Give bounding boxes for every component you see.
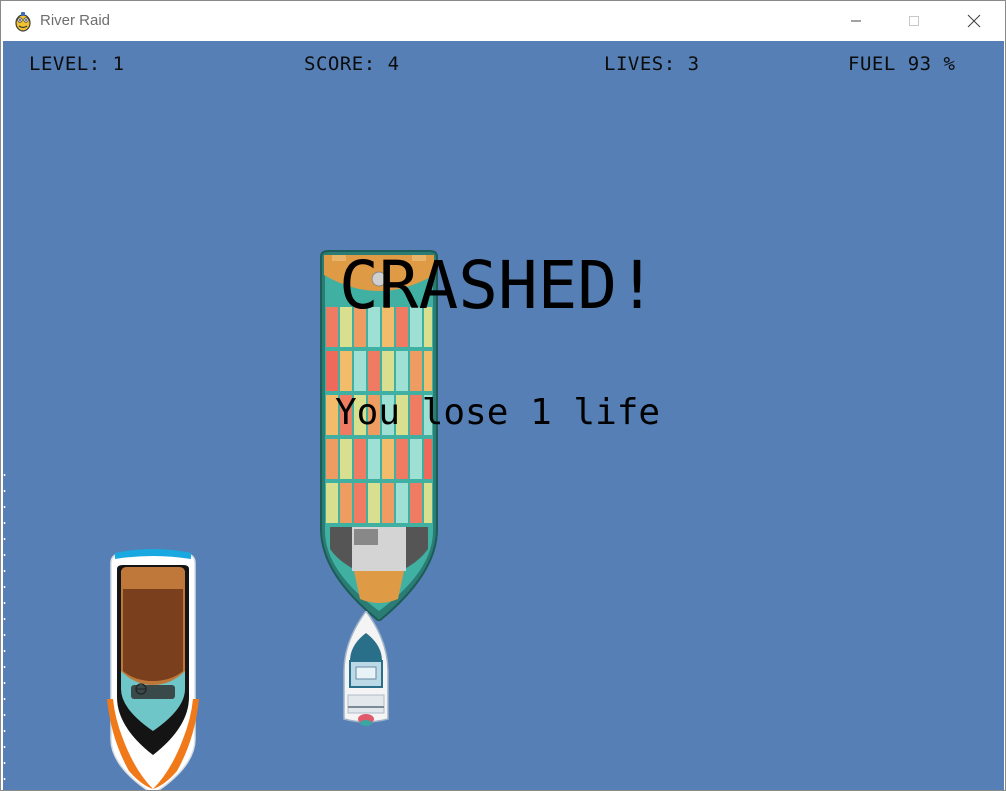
pygame-icon <box>15 12 31 32</box>
crashed-message: CRASHED! <box>339 247 657 324</box>
minimize-button[interactable] <box>827 1 885 41</box>
close-button[interactable] <box>945 1 1003 41</box>
close-icon <box>967 14 981 28</box>
river-bank-edge <box>3 474 6 790</box>
player-boat-sprite <box>343 611 389 726</box>
lose-life-message: You lose 1 life <box>335 392 661 433</box>
game-canvas[interactable]: LEVEL: 1 SCORE: 4 LIVES: 3 FUEL 93 % CRA… <box>3 41 1004 790</box>
game-window: River Raid LEVEL: 1 SCORE: 4 LIVES: 3 FU… <box>0 0 1006 791</box>
title-bar[interactable]: River Raid <box>1 1 1005 41</box>
yacht-sprite <box>107 549 199 790</box>
hud-fuel: FUEL 93 % <box>848 53 956 75</box>
minimize-icon <box>851 20 861 22</box>
maximize-icon <box>909 16 919 26</box>
hud-level: LEVEL: 1 <box>29 53 125 75</box>
hud-lives: LIVES: 3 <box>604 53 700 75</box>
maximize-button[interactable] <box>885 1 943 41</box>
window-title: River Raid <box>40 12 111 29</box>
hud-score: SCORE: 4 <box>304 53 400 75</box>
